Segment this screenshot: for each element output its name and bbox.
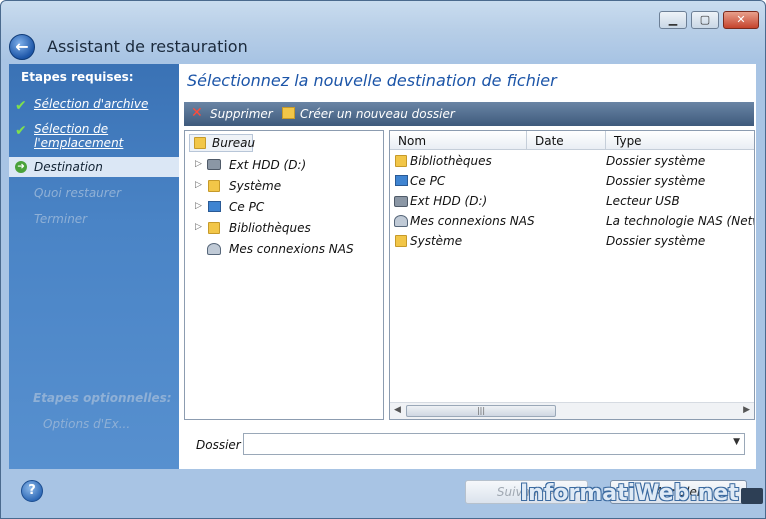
folder-path-input[interactable]: ▼	[243, 433, 745, 455]
expand-arrow-icon[interactable]: ▷	[195, 159, 202, 169]
folder-icon	[208, 222, 220, 234]
computer-icon	[208, 201, 221, 212]
tree-root-bureau[interactable]: Bureau	[189, 134, 255, 152]
drive-icon	[394, 196, 408, 207]
column-header-type[interactable]: Type	[606, 131, 754, 150]
step-options: Options d'Ex...	[43, 417, 131, 431]
tree-item-nas[interactable]: Mes connexions NAS	[185, 240, 383, 258]
expand-arrow-icon[interactable]: ▷	[195, 222, 202, 232]
maximize-button[interactable]: ▢	[691, 11, 719, 29]
page-title: Sélectionnez la nouvelle destination de …	[187, 71, 557, 90]
window-title: Assistant de restauration	[47, 37, 248, 56]
new-folder-button[interactable]: Créer un nouveau dossier	[300, 107, 455, 121]
list-item[interactable]: Système Dossier système	[390, 232, 754, 252]
list-item[interactable]: Mes connexions NAS La technologie NAS (N…	[390, 212, 754, 232]
drive-icon	[207, 159, 221, 170]
delete-icon[interactable]: ✕	[191, 105, 203, 121]
current-step-arrow-icon: ➜	[15, 161, 27, 173]
step-location-selection[interactable]: ✔ Sélection de l'emplacement	[9, 122, 179, 154]
step-finish: Terminer	[9, 212, 179, 230]
main-panel: Sélectionnez la nouvelle destination de …	[179, 64, 756, 469]
expand-arrow-icon[interactable]: ▷	[195, 180, 202, 190]
step-label: Terminer	[34, 212, 88, 226]
step-label: Sélection de l'emplacement	[34, 122, 124, 150]
tree-item-systeme[interactable]: ▷ Système	[185, 177, 383, 195]
restore-wizard-window: ← Assistant de restauration ▁ ▢ ✕ Etapes…	[0, 0, 766, 519]
checkmark-icon: ✔	[15, 123, 27, 139]
file-list[interactable]: Nom Date Type Bibliothèques Dossier syst…	[389, 130, 755, 420]
list-item[interactable]: Bibliothèques Dossier système	[390, 152, 754, 172]
folder-label: Dossier :	[196, 438, 249, 452]
folder-icon	[208, 180, 220, 192]
nas-icon	[207, 243, 221, 255]
delete-button[interactable]: Supprimer	[210, 107, 273, 121]
tree-item-ext-hdd[interactable]: ▷ Ext HDD (D:)	[185, 156, 383, 174]
optional-steps-heading: Etapes optionnelles:	[33, 391, 172, 405]
tree-item-ce-pc[interactable]: ▷ Ce PC	[185, 198, 383, 216]
title-bar: ← Assistant de restauration ▁ ▢ ✕	[1, 1, 765, 61]
back-arrow-icon[interactable]: ←	[9, 34, 35, 60]
new-folder-icon[interactable]	[282, 107, 295, 119]
step-what-to-restore: Quoi restaurer	[9, 186, 179, 204]
step-archive-selection[interactable]: ✔ Sélection d'archive	[9, 97, 179, 115]
step-label: Sélection d'archive	[34, 97, 149, 111]
folder-tree[interactable]: Bureau ▷ Ext HDD (D:) ▷ Système ▷ Ce PC …	[184, 130, 384, 420]
scroll-left-arrow-icon[interactable]: ◀	[394, 405, 401, 415]
list-item[interactable]: Ce PC Dossier système	[390, 172, 754, 192]
dropdown-arrow-icon[interactable]: ▼	[733, 437, 740, 447]
folder-icon	[194, 137, 206, 149]
scroll-right-arrow-icon[interactable]: ▶	[743, 405, 750, 415]
step-label: Quoi restaurer	[34, 186, 122, 200]
horizontal-scrollbar[interactable]: ◀ ||| ▶	[390, 402, 754, 419]
checkmark-icon: ✔	[15, 98, 27, 114]
minimize-button[interactable]: ▁	[659, 11, 687, 29]
help-icon[interactable]: ?	[21, 480, 43, 502]
watermark-logo: InformatiWeb.net	[520, 481, 739, 506]
folder-icon	[395, 235, 407, 247]
folder-icon	[395, 155, 407, 167]
tree-item-bibliotheques[interactable]: ▷ Bibliothèques	[185, 219, 383, 237]
column-header-name[interactable]: Nom	[390, 131, 527, 150]
step-destination[interactable]: ➜ Destination	[9, 157, 179, 177]
toolbar: ✕ Supprimer Créer un nouveau dossier	[184, 102, 754, 126]
required-steps-heading: Etapes requises:	[21, 70, 134, 84]
expand-arrow-icon[interactable]: ▷	[195, 201, 202, 211]
laptop-icon	[741, 488, 763, 504]
scrollbar-thumb[interactable]: |||	[406, 405, 556, 417]
computer-icon	[395, 175, 408, 186]
close-button[interactable]: ✕	[723, 11, 759, 29]
step-label: Destination	[34, 160, 103, 174]
list-item[interactable]: Ext HDD (D:) Lecteur USB	[390, 192, 754, 212]
steps-sidebar: Etapes requises: ✔ Sélection d'archive ✔…	[9, 64, 179, 469]
column-header-date[interactable]: Date	[527, 131, 606, 150]
nas-icon	[394, 215, 408, 227]
